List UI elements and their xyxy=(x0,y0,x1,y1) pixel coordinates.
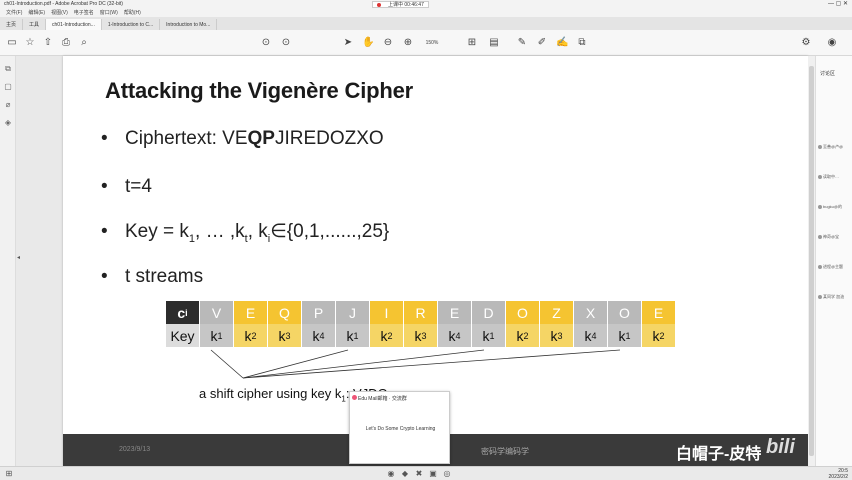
window-title-bar: ch01-Introduction.pdf - Adobe Acrobat Pr… xyxy=(0,0,852,8)
panel-item-text: 读取中… xyxy=(823,174,839,179)
taskbar-app-icon[interactable]: ◎ xyxy=(442,469,452,479)
menu-window[interactable]: 窗口(W) xyxy=(100,9,118,16)
search-icon[interactable]: ⌕ xyxy=(78,37,90,49)
bookmark-icon[interactable]: ▢ xyxy=(3,82,13,92)
avatar xyxy=(818,294,822,299)
watermark-text: 白帽子-皮特 xyxy=(676,446,762,463)
cursor-icon[interactable]: ➤ xyxy=(342,37,354,49)
clock-date: 2023/2/2 xyxy=(828,474,848,480)
panel-title: 讨论区 xyxy=(820,71,836,77)
footer-date: 2023/9/13 xyxy=(119,446,151,453)
recording-indicator[interactable]: 上课中 00:46:47 xyxy=(372,1,429,8)
more-tools-icon[interactable]: ⧉ xyxy=(576,37,588,49)
popup-body: Let's Do Some Crypto Learning xyxy=(365,426,436,432)
scroll-mode-icon[interactable]: ▤ xyxy=(488,37,500,49)
tab-ch01[interactable]: ch01-Introduction... xyxy=(46,19,102,30)
page-scrollbar[interactable] xyxy=(808,56,815,466)
window-controls[interactable]: — ▢ ✕ xyxy=(828,0,848,7)
tab-intro-mo[interactable]: Introduction to Mo... xyxy=(160,19,218,30)
attachment-icon[interactable]: ⌀ xyxy=(3,100,13,110)
notification-icon xyxy=(352,395,357,400)
right-side-panel: 讨论区 至善@卢@ 读取中… bugku@的 神奇@宝 进程@主题 某同学 加油 xyxy=(815,56,852,466)
page-down-icon[interactable]: ⊙ xyxy=(280,37,292,49)
panel-item-text: 进程@主题 xyxy=(823,264,844,269)
zoom-in-icon[interactable]: ⊕ xyxy=(402,37,414,49)
panel-item-text: 至善@卢@ xyxy=(823,144,844,149)
sign-icon[interactable]: ✍ xyxy=(556,37,568,49)
start-icon[interactable]: ⊞ xyxy=(4,469,14,479)
fit-page-icon[interactable]: ⊞ xyxy=(466,37,478,49)
panel-item[interactable]: 神奇@宝 xyxy=(818,234,852,239)
avatar xyxy=(818,204,822,209)
window-title: ch01-Introduction.pdf - Adobe Acrobat Pr… xyxy=(4,1,123,7)
panel-item[interactable]: bugku@的 xyxy=(818,204,852,209)
scrollbar-thumb[interactable] xyxy=(809,66,814,456)
page-up-icon[interactable]: ⊙ xyxy=(260,37,272,49)
footer-right-text: 密码学编码学 xyxy=(481,447,529,456)
panel-item[interactable]: 至善@卢@ xyxy=(818,144,852,149)
system-clock[interactable]: 20:5 2023/2/2 xyxy=(829,468,848,480)
panel-item[interactable]: 读取中… xyxy=(818,174,852,179)
collapse-left-panel-icon[interactable]: ◂ xyxy=(17,254,20,261)
avatar xyxy=(818,174,822,179)
taskbar: ⊞ ◉ ◆ ✖ ▣ ◎ 20:5 2023/2/2 xyxy=(0,466,852,480)
account-icon[interactable]: ◉ xyxy=(826,37,838,49)
zoom-out-icon[interactable]: ⊖ xyxy=(382,37,394,49)
panel-item[interactable]: 某同学 加油 xyxy=(818,294,852,299)
panel-item-text: 神奇@宝 xyxy=(823,234,840,239)
hand-icon[interactable]: ✋ xyxy=(362,37,374,49)
taskbar-app-icon[interactable]: ◆ xyxy=(400,469,410,479)
panel-item[interactable]: 进程@主题 xyxy=(818,264,852,269)
tab-intro-c[interactable]: 1-Introduction to C... xyxy=(102,19,161,30)
screen: ch01-Introduction.pdf - Adobe Acrobat Pr… xyxy=(0,0,852,480)
comment-icon[interactable]: ✎ xyxy=(516,37,528,49)
taskbar-app-icon[interactable]: ▣ xyxy=(428,469,438,479)
menu-view[interactable]: 视图(V) xyxy=(51,9,68,16)
notification-popup[interactable]: Edu Mail邮箱 · 交流群 Let's Do Some Crypto Le… xyxy=(349,391,450,464)
annotation-text-a: a shift cipher using key k xyxy=(199,386,342,401)
tab-home[interactable]: 主页 xyxy=(0,19,24,30)
recording-label: 上课中 00:46:47 xyxy=(388,2,424,8)
avatar xyxy=(818,144,822,149)
taskbar-app-icon[interactable]: ✖ xyxy=(414,469,424,479)
print-icon[interactable]: ⎙ xyxy=(60,37,72,49)
toolbar: ▭ ☆ ⇧ ⎙ ⌕ ⊙ ⊙ ➤ ✋ ⊖ ⊕ 150% ⊞ ▤ ✎ ✐ ✍ ⧉ ⚙… xyxy=(0,30,852,56)
avatar xyxy=(818,234,822,239)
panel-item-text: bugku@的 xyxy=(823,204,842,209)
tab-tools[interactable]: 工具 xyxy=(23,19,47,30)
menu-help[interactable]: 帮助(H) xyxy=(124,9,141,16)
layers-icon[interactable]: ◈ xyxy=(3,118,13,128)
share-icon[interactable]: ⚙ xyxy=(800,37,812,49)
popup-header: Edu Mail邮箱 · 交流群 xyxy=(358,396,407,402)
avatar xyxy=(818,264,822,269)
left-navigation-rail: ⧉ ▢ ⌀ ◈ xyxy=(0,56,16,466)
zoom-level[interactable]: 150% xyxy=(422,37,442,49)
menu-file[interactable]: 文件(F) xyxy=(6,9,22,16)
pages-icon[interactable]: ⧉ xyxy=(3,64,13,74)
menu-edit[interactable]: 编辑(E) xyxy=(28,9,45,16)
star-icon[interactable]: ☆ xyxy=(24,37,36,49)
taskbar-app-icon[interactable]: ◉ xyxy=(386,469,396,479)
upload-icon[interactable]: ⇧ xyxy=(42,37,54,49)
highlight-icon[interactable]: ✐ xyxy=(536,37,548,49)
menu-esign[interactable]: 电子签名 xyxy=(74,9,94,16)
save-icon[interactable]: ▭ xyxy=(6,37,18,49)
tab-bar: 主页 工具 ch01-Introduction... 1-Introductio… xyxy=(0,17,852,30)
record-dot-icon xyxy=(377,2,381,7)
panel-item-text: 某同学 加油 xyxy=(823,294,845,299)
bilibili-logo: bili xyxy=(766,436,795,458)
menu-bar: 文件(F) 编辑(E) 视图(V) 电子签名 窗口(W) 帮助(H) xyxy=(0,8,852,17)
